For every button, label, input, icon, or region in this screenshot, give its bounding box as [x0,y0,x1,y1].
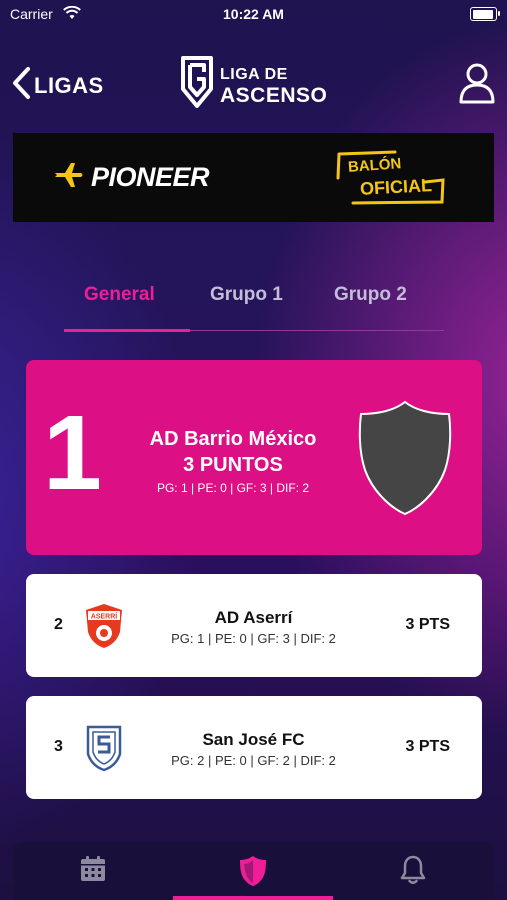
status-time: 10:22 AM [223,6,284,22]
row-stats: PG: 1 | PE: 0 | GF: 3 | DIF: 2 [171,631,336,646]
row-points: 3 PTS [405,616,450,633]
tab-grupo-1[interactable]: Grupo 1 [210,284,283,306]
row-team-name: San José FC [202,730,305,749]
leader-team-name: AD Barrio México [149,428,317,450]
active-tab-underline [64,329,190,332]
leader-card[interactable]: 1 AD Barrio México 3 PUNTOS PG: 1 | PE: … [26,360,482,555]
aserri-badge-text: ASERRÍ [91,612,119,621]
bottom-tab-bar [13,842,494,900]
chevron-left-icon [12,66,32,105]
shield-icon [239,855,267,892]
row-stats: PG: 2 | PE: 0 | GF: 2 | DIF: 2 [171,753,336,768]
tab-bar-calendar[interactable] [13,842,173,900]
calendar-icon [79,855,107,888]
airplane-icon [53,161,85,194]
user-profile-button[interactable] [459,62,495,109]
standings-row[interactable]: 3 San José FC PG: 2 | PE: 0 | GF: 2 | DI… [26,696,482,799]
battery-icon [470,7,500,21]
group-tabs: General Grupo 1 Grupo 2 [64,284,444,332]
tab-general[interactable]: General [84,284,155,306]
liga-ascenso-logo: LIGA DE ASCENSO [180,55,327,114]
row-team-name: AD Aserrí [214,608,293,627]
sponsor-banner[interactable]: PIONEER BALÓN OFICIAL [13,133,494,222]
leader-points: 3 PUNTOS [183,454,283,476]
balon-oficial-badge: BALÓN OFICIAL [335,150,447,205]
leader-stats: PG: 1 | PE: 0 | GF: 3 | DIF: 2 [156,481,310,495]
team-crest-placeholder-icon [357,400,453,521]
logo-line-1: LIGA DE [220,65,288,83]
user-icon [459,63,495,108]
row-points: 3 PTS [405,738,450,755]
back-label: LIGAS [34,72,104,98]
tab-grupo-2[interactable]: Grupo 2 [334,284,407,306]
pioneer-logo: PIONEER [53,161,210,194]
status-bar: Carrier 10:22 AM [0,0,507,30]
tab-bar-notifications[interactable] [333,842,493,900]
back-button[interactable]: LIGAS [12,66,104,105]
banner-tagline-2: OFICIAL [359,175,433,199]
sponsor-name: PIONEER [91,162,210,192]
row-rank: 3 [54,738,63,755]
bell-icon [399,855,427,890]
aserri-badge-icon: ASERRÍ [82,602,126,650]
logo-line-2: ASCENSO [220,83,328,107]
liga-shield-logo-icon [180,55,214,114]
active-tab-indicator [173,896,333,900]
tab-bar-standings[interactable] [173,842,333,900]
standings-row[interactable]: 2 ASERRÍ AD Aserrí PG: 1 | PE: 0 | GF: 3… [26,574,482,677]
leader-rank: 1 [43,394,102,512]
row-rank: 2 [54,616,63,633]
san-jose-badge-icon [82,724,126,772]
